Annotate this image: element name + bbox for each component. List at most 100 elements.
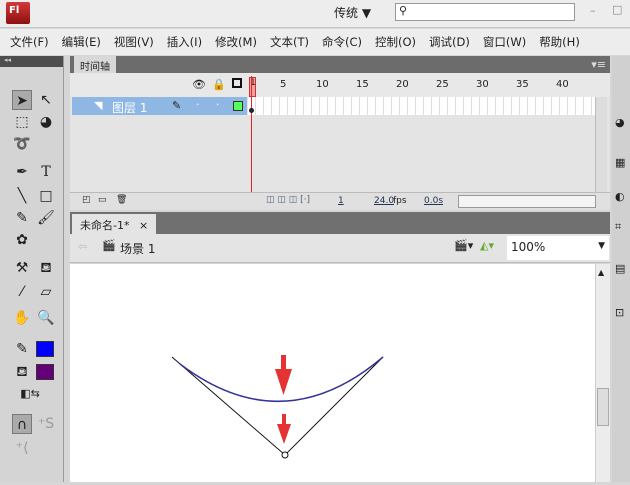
frame-rate[interactable]: 24.0 bbox=[374, 196, 394, 206]
pencil-icon: ✎ bbox=[172, 99, 182, 112]
menu-commands[interactable]: 命令(C) bbox=[322, 34, 362, 50]
stage-vertical-scrollbar[interactable]: ▲ bbox=[595, 264, 610, 482]
stage[interactable] bbox=[70, 264, 595, 482]
scrollbar-thumb[interactable] bbox=[597, 388, 609, 426]
frame-number: 35 bbox=[516, 79, 529, 90]
line-tool-icon[interactable]: ╲ bbox=[12, 186, 32, 206]
menu-help[interactable]: 帮助(H) bbox=[539, 34, 580, 50]
color-panel-icon[interactable]: ◕ bbox=[615, 116, 625, 129]
pen-tool-icon[interactable]: ✒ bbox=[12, 162, 32, 182]
menu-insert[interactable]: 插入(I) bbox=[167, 34, 202, 50]
lock-icon[interactable]: 🔒 bbox=[212, 78, 226, 91]
fill-color-swatch[interactable] bbox=[36, 364, 54, 380]
new-layer-icon[interactable]: ◰ bbox=[82, 195, 91, 205]
maximize-button[interactable]: □ bbox=[612, 3, 622, 16]
layer-row[interactable]: ◥ 图层 1 ✎ · · bbox=[72, 97, 247, 115]
center-frame-icon[interactable]: ◫ ◫ ◫ [·] bbox=[266, 195, 310, 205]
timeline-header: 时间轴 ▾≡ bbox=[70, 56, 610, 73]
close-icon[interactable]: × bbox=[139, 219, 148, 232]
hand-tool-icon[interactable]: ✋ bbox=[12, 308, 32, 328]
tab-document[interactable]: 未命名-1* × bbox=[72, 214, 157, 234]
library-icon[interactable]: ◐ bbox=[615, 190, 625, 203]
free-transform-tool-icon[interactable]: ⬚ bbox=[12, 112, 32, 132]
document-tabs: 未命名-1* × bbox=[70, 212, 610, 234]
frame-number: 20 bbox=[396, 79, 409, 90]
panel-menu-icon[interactable]: ▾≡ bbox=[591, 58, 606, 71]
menu-text[interactable]: 文本(T) bbox=[270, 34, 309, 50]
smooth-icon[interactable]: ⁺S bbox=[36, 414, 56, 434]
info-icon[interactable]: ▤ bbox=[615, 262, 625, 275]
playhead[interactable] bbox=[248, 76, 256, 210]
layer-name[interactable]: 图层 1 bbox=[112, 99, 147, 116]
anchor-point[interactable] bbox=[281, 451, 289, 459]
swatches-icon[interactable]: ▦ bbox=[615, 156, 625, 169]
subselection-tool-icon[interactable]: ↖ bbox=[36, 90, 56, 110]
zoom-select[interactable]: 100% ▼ bbox=[507, 236, 609, 260]
frame-number: 40 bbox=[556, 79, 569, 90]
menu-window[interactable]: 窗口(W) bbox=[483, 34, 526, 50]
menu-bar: 文件(F) 编辑(E) 视图(V) 插入(I) 修改(M) 文本(T) 命令(C… bbox=[0, 29, 630, 55]
lock-dot[interactable]: · bbox=[216, 98, 220, 111]
stroke-color-swatch[interactable] bbox=[36, 341, 54, 357]
frame-number: 10 bbox=[316, 79, 329, 90]
menu-modify[interactable]: 修改(M) bbox=[215, 34, 257, 50]
menu-debug[interactable]: 调试(D) bbox=[429, 34, 470, 50]
timeline-horizontal-scrollbar[interactable] bbox=[458, 195, 596, 208]
menu-file[interactable]: 文件(F) bbox=[10, 34, 49, 50]
visibility-dot[interactable]: · bbox=[196, 98, 200, 111]
outline-icon[interactable] bbox=[232, 78, 242, 88]
workspace-switcher[interactable]: 传统 ▼ bbox=[334, 4, 371, 21]
tab-timeline[interactable]: 时间轴 bbox=[74, 56, 116, 73]
edit-scene-icon[interactable]: 🎬▾ bbox=[454, 239, 473, 252]
menu-edit[interactable]: 编辑(E) bbox=[62, 34, 101, 50]
elapsed-time: 0.0s bbox=[424, 196, 444, 206]
rectangle-tool-icon[interactable]: □ bbox=[36, 186, 56, 206]
minimize-button[interactable]: – bbox=[590, 4, 596, 17]
transform-icon[interactable]: ⊡ bbox=[615, 306, 624, 319]
edit-symbols-icon[interactable]: ◭▾ bbox=[480, 239, 494, 252]
timeline-vertical-scrollbar[interactable] bbox=[595, 97, 607, 192]
fill-color-icon: ⛾ bbox=[16, 364, 28, 380]
paint-bucket-tool-icon[interactable]: ⛾ bbox=[36, 258, 56, 278]
search-input[interactable]: ⚲ bbox=[395, 3, 575, 21]
scene-name[interactable]: 场景 1 bbox=[120, 240, 155, 257]
align-icon[interactable]: ⌗ bbox=[615, 220, 621, 234]
pencil-tool-icon[interactable]: ✎ bbox=[12, 208, 32, 228]
down-arrow-icon bbox=[277, 414, 291, 444]
edit-bar: ⇦ 🎬 场景 1 🎬▾ ◭▾ 100% ▼ bbox=[70, 234, 610, 263]
keyframe-dot bbox=[249, 108, 254, 113]
search-icon: ⚲ bbox=[399, 4, 408, 17]
flash-logo: Fl bbox=[6, 2, 30, 24]
eraser-tool-icon[interactable]: ▱ bbox=[36, 282, 56, 302]
frame-number: 30 bbox=[476, 79, 489, 90]
eyedropper-tool-icon[interactable]: ⁄ bbox=[12, 282, 32, 302]
3d-rotation-tool-icon[interactable]: ◕ bbox=[36, 112, 56, 132]
straighten-icon[interactable]: ⁺⟨ bbox=[12, 438, 32, 458]
selection-tool-icon[interactable]: ➤ bbox=[12, 90, 32, 110]
zoom-tool-icon[interactable]: 🔍 bbox=[36, 308, 56, 328]
toolbox: ◂◂ ➤ ↖ ⬚ ◕ ➰ ✒ T ╲ □ ✎ 🖌 ✿ ⚒ ⛾ ⁄ ▱ ✋ 🔍 ✎… bbox=[0, 56, 64, 482]
deco-tool-icon[interactable]: ✿ bbox=[12, 230, 32, 250]
timeline-panel: 时间轴 ▾≡ 👁 🔒 1 5 10 15 20 25 30 35 40 ◥ 图层… bbox=[70, 56, 610, 210]
snap-to-objects-icon[interactable]: ∩ bbox=[12, 414, 32, 434]
bone-tool-icon[interactable]: ⚒ bbox=[12, 258, 32, 278]
right-panel-dock: ◕ ▦ ◐ ⌗ ▤ ⊡ bbox=[612, 56, 630, 482]
swap-colors-icon[interactable]: ◧⇆ bbox=[20, 384, 40, 404]
frame-number: 25 bbox=[436, 79, 449, 90]
text-tool-icon[interactable]: T bbox=[36, 162, 56, 182]
collapse-icon[interactable]: ◂◂ bbox=[0, 56, 63, 67]
brush-tool-icon[interactable]: 🖌 bbox=[36, 208, 56, 228]
menu-control[interactable]: 控制(O) bbox=[375, 34, 416, 50]
eye-icon[interactable]: 👁 bbox=[192, 78, 206, 91]
delete-layer-icon[interactable]: 🗑 bbox=[116, 195, 127, 205]
menu-view[interactable]: 视图(V) bbox=[114, 34, 154, 50]
chevron-down-icon: ▼ bbox=[598, 241, 605, 251]
current-frame[interactable]: 1 bbox=[338, 196, 344, 206]
fps-label: fps bbox=[393, 196, 407, 206]
lasso-tool-icon[interactable]: ➰ bbox=[12, 134, 32, 154]
frame-cells[interactable] bbox=[248, 97, 595, 115]
outline-color-swatch[interactable] bbox=[233, 101, 243, 111]
back-arrow-icon[interactable]: ⇦ bbox=[78, 240, 87, 253]
new-folder-icon[interactable]: ▭ bbox=[98, 195, 107, 205]
scene-icon: 🎬 bbox=[102, 239, 116, 252]
